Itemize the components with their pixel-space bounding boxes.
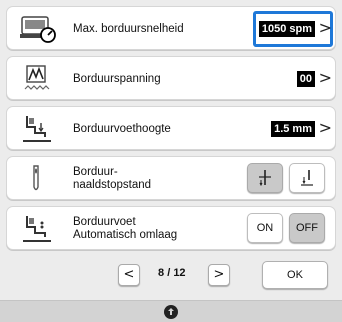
page-indicator: 8 / 12 xyxy=(158,267,186,279)
foot-height-icon xyxy=(23,116,51,142)
needle-stop-label-line2: naaldstopstand xyxy=(73,179,152,191)
foot-height-value[interactable]: 1.5 mm xyxy=(271,121,315,137)
bottom-bar xyxy=(0,300,342,322)
sewing-machine-icon[interactable] xyxy=(163,304,179,320)
needle-stop-label: Borduur- naaldstopstand xyxy=(73,166,151,192)
max-speed-chevron[interactable]: > xyxy=(319,20,332,36)
auto-foot-down-on-button[interactable]: ON xyxy=(247,213,283,243)
needle-down-icon xyxy=(259,170,271,187)
needle-up-icon xyxy=(301,170,313,186)
tension-value[interactable]: 00 xyxy=(296,71,315,87)
page-total: 12 xyxy=(173,267,186,279)
needle-down-button[interactable] xyxy=(247,163,283,193)
page-current: 8 xyxy=(158,267,165,279)
needle-icon xyxy=(33,165,39,191)
ok-button[interactable]: OK xyxy=(262,261,328,289)
setting-max-speed: Max. borduursnelheid 1050 spm > xyxy=(6,6,336,50)
foot-height-label: Borduurvoethoogte xyxy=(73,123,171,135)
auto-foot-down-label-line1: Borduurvoet xyxy=(73,216,136,228)
setting-auto-foot-down: Borduurvoet Automatisch omlaag ON OFF xyxy=(6,206,336,250)
max-speed-icon xyxy=(20,16,56,43)
auto-foot-down-label: Borduurvoet Automatisch omlaag xyxy=(73,216,177,242)
tension-chevron[interactable]: > xyxy=(319,70,332,86)
page-separator: / xyxy=(167,267,171,279)
needle-up-button[interactable] xyxy=(289,163,325,193)
max-speed-value[interactable]: 1050 spm xyxy=(258,21,315,37)
tension-icon xyxy=(24,65,50,90)
needle-stop-label-line1: Borduur- xyxy=(73,166,118,178)
auto-foot-down-label-line2: Automatisch omlaag xyxy=(73,229,178,241)
setting-foot-height: Borduurvoethoogte 1.5 mm > xyxy=(6,106,336,150)
max-speed-label: Max. borduursnelheid xyxy=(73,23,184,35)
foot-height-chevron[interactable]: > xyxy=(319,120,332,136)
setting-tension: Borduurspanning 00 > xyxy=(6,56,336,100)
prev-page-button[interactable]: < xyxy=(118,264,140,286)
next-page-button[interactable]: > xyxy=(208,264,230,286)
auto-foot-down-off-button[interactable]: OFF xyxy=(289,213,325,243)
presser-foot-icon xyxy=(23,216,51,242)
setting-needle-stop: Borduur- naaldstopstand xyxy=(6,156,336,200)
tension-label: Borduurspanning xyxy=(73,73,161,85)
